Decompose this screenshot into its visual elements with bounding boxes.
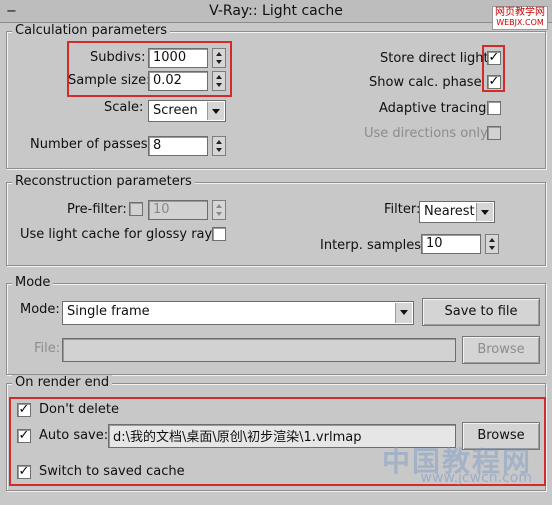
scale-select[interactable]: Screen [148,100,226,122]
sample-size-input[interactable]: 0.02 [148,71,208,91]
subdivs-spinner[interactable] [212,48,226,68]
filter-select[interactable]: Nearest [419,201,495,223]
watermark-top-text: 网页教学网 [495,7,545,18]
show-calc-label: Show calc. phase [369,75,482,90]
mode-title: Mode [12,275,54,290]
glossy-checkbox[interactable] [212,227,226,241]
file-label: File: [34,341,61,356]
render-end-title: On render end [12,375,113,390]
mode-value: Single frame [67,304,150,319]
store-direct-checkbox[interactable]: ✓ [487,51,501,65]
auto-save-checkbox[interactable]: ✓ [17,429,31,443]
prefilter-label: Pre-filter: [67,202,127,217]
switch-cache-label: Switch to saved cache [39,464,185,479]
save-to-file-button[interactable]: Save to file [422,298,540,326]
prefilter-spinner[interactable] [212,200,226,220]
use-directions-label: Use directions only [364,126,488,141]
interp-spinner[interactable] [485,234,499,254]
watermark-top-url: WEBJX.COM [496,18,544,27]
sample-size-spinner[interactable] [212,71,226,91]
store-direct-label: Store direct light [380,51,489,66]
interp-input[interactable]: 10 [421,234,481,254]
show-calc-checkbox[interactable]: ✓ [487,75,501,89]
glossy-label: Use light cache for glossy rays [20,227,219,242]
subdivs-input[interactable]: 1000 [148,48,208,68]
prefilter-checkbox[interactable] [129,202,143,216]
watermark-bottom-url: www.jcwcn.com [420,470,532,486]
passes-spinner[interactable] [212,136,226,156]
window-title: V-Ray:: Light cache [209,3,343,19]
use-directions-checkbox[interactable] [487,126,501,140]
mode-select[interactable]: Single frame [62,301,414,325]
subdivs-label: Subdivs: [90,50,146,65]
filter-value: Nearest [424,204,475,219]
passes-input[interactable]: 8 [148,136,208,156]
scale-value: Screen [153,103,198,118]
chevron-down-icon [476,203,493,221]
switch-cache-checkbox[interactable]: ✓ [17,465,31,479]
adaptive-checkbox[interactable] [487,101,501,115]
calc-params-title: Calculation parameters [12,23,171,38]
auto-save-label: Auto save: [39,428,109,443]
filter-label: Filter: [384,202,421,217]
chevron-down-icon [207,102,224,120]
recon-params-title: Reconstruction parameters [12,174,195,189]
chevron-down-icon [395,303,412,323]
watermark-top: 网页教学网 WEBJX.COM [492,6,548,30]
dont-delete-label: Don't delete [39,402,119,417]
browse-button-mode[interactable]: Browse [462,336,540,364]
passes-label: Number of passes: [30,137,152,152]
sample-size-label: Sample size: [68,73,151,88]
adaptive-label: Adaptive tracing [379,101,487,116]
file-input[interactable] [62,338,456,362]
title-bar[interactable]: − V-Ray:: Light cache [0,0,552,23]
dont-delete-checkbox[interactable]: ✓ [17,403,31,417]
scale-label: Scale: [104,100,144,115]
mode-label: Mode: [20,302,60,317]
prefilter-input[interactable]: 10 [148,200,208,220]
interp-label: Interp. samples: [320,238,426,253]
